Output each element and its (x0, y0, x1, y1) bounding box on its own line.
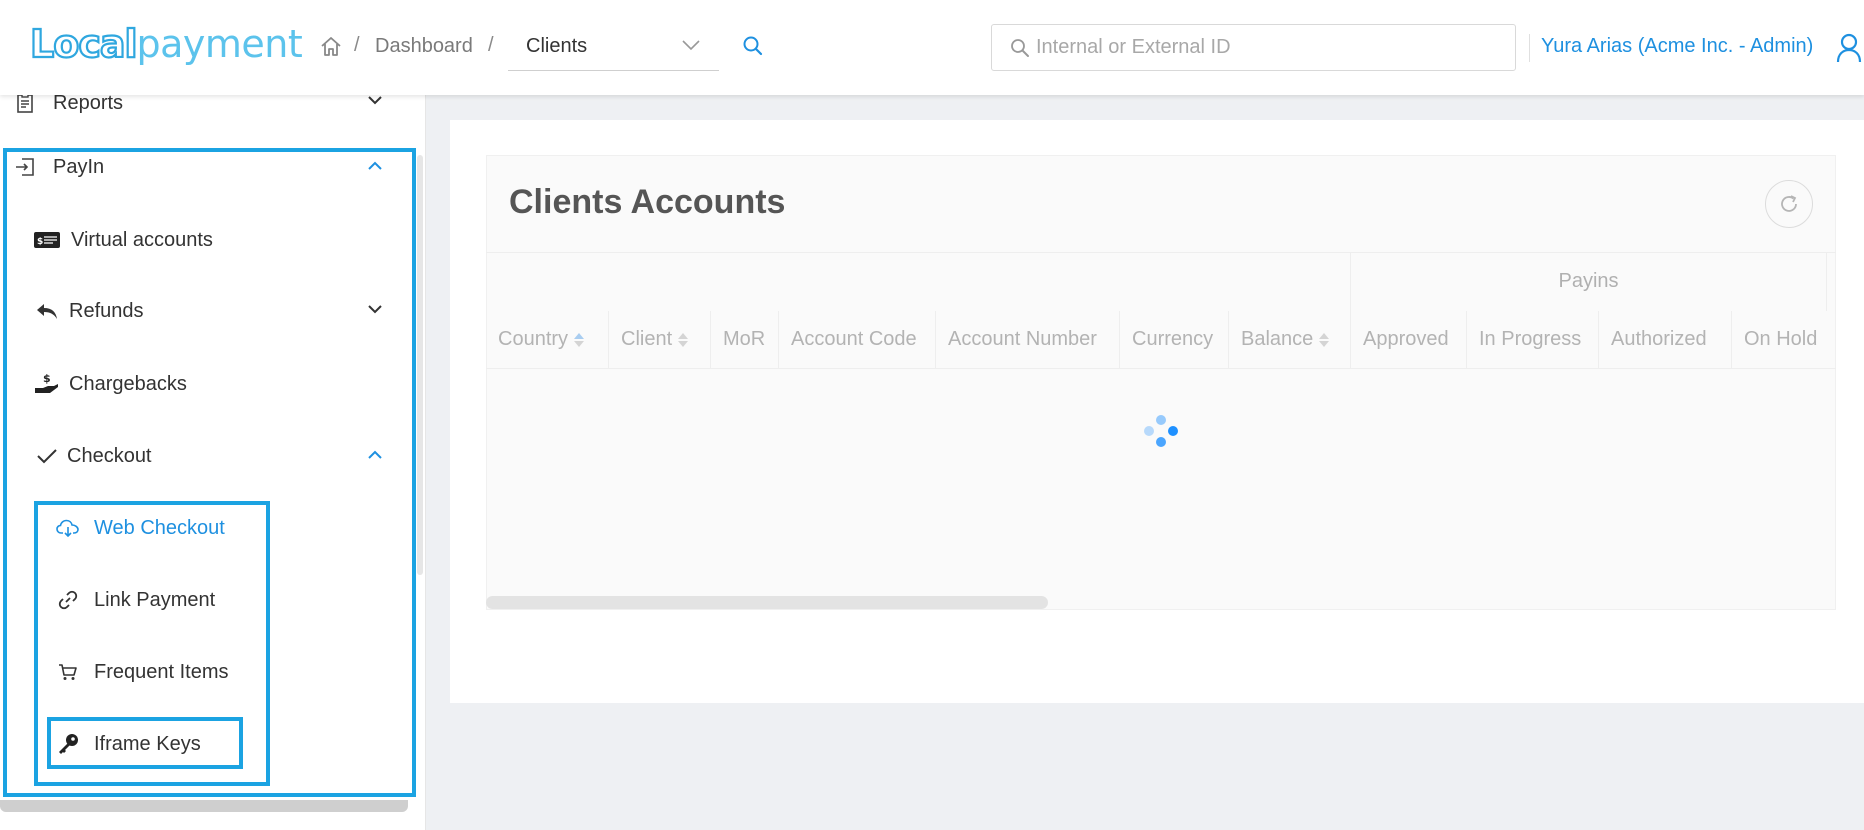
column-header-label: Country (498, 328, 569, 350)
table-horizontal-scrollbar[interactable] (486, 596, 1048, 609)
sidebar-subitem-iframe-keys[interactable]: Iframe Keys (56, 729, 201, 759)
column-header-label: Balance (1241, 328, 1314, 350)
table-divider (1826, 253, 1827, 311)
breadcrumb-separator: / (488, 34, 494, 56)
column-header-mor: MoR (710, 311, 778, 368)
column-header-label: In Progress (1479, 328, 1582, 350)
user-icon[interactable] (1836, 32, 1862, 64)
sidebar-item-label: Frequent Items (94, 660, 229, 683)
column-header-label: Client (621, 328, 673, 350)
chevron-down-icon[interactable] (367, 95, 383, 105)
sidebar-item-label: PayIn (53, 155, 105, 178)
chevron-up-icon[interactable] (367, 450, 383, 460)
sidebar-item-label: Link Payment (94, 588, 216, 611)
id-search-field[interactable] (991, 24, 1516, 71)
column-header-client[interactable]: Client (608, 311, 710, 368)
sidebar-item-label: Virtual accounts (71, 228, 213, 251)
column-header-country[interactable]: Country (486, 311, 608, 368)
localpayment-logo[interactable]: Local payment (29, 21, 303, 67)
home-icon[interactable] (320, 36, 342, 57)
sidebar-item-virtual-accounts[interactable]: $ Virtual accounts (33, 225, 213, 255)
user-account-name[interactable]: Yura Arias (Acme Inc. - Admin) (1541, 35, 1813, 58)
reports-icon (11, 92, 39, 114)
chevron-down-icon[interactable] (367, 304, 383, 314)
sort-icon[interactable] (574, 332, 585, 347)
sidebar-item-payin[interactable]: PayIn (11, 152, 104, 182)
column-header-label: Authorized (1611, 328, 1707, 350)
cart-icon (56, 663, 80, 681)
table-divider (486, 368, 1836, 369)
loading-spinner (1142, 413, 1182, 453)
logo-text-local: Local (29, 21, 139, 67)
column-header-authorized: Authorized (1598, 311, 1731, 368)
sidebar-item-label: Refunds (69, 299, 144, 322)
chevron-up-icon[interactable] (367, 161, 383, 171)
column-header-label: Account Code (791, 328, 917, 350)
sidebar-horizontal-scrollbar[interactable] (0, 800, 408, 812)
column-header-label: Account Number (948, 328, 1097, 350)
sidebar-item-chargebacks[interactable]: $ Chargebacks (33, 369, 187, 399)
table-divider (486, 252, 1836, 253)
cloud-download-icon (56, 519, 80, 537)
link-icon (56, 590, 80, 610)
column-header-label: Currency (1132, 328, 1214, 350)
sidebar-item-label: Checkout (67, 444, 152, 467)
refresh-icon (1778, 193, 1800, 215)
logo-text-payment: payment (136, 22, 303, 66)
search-icon (1010, 38, 1030, 58)
sidebar-item-refunds[interactable]: Refunds (33, 296, 144, 326)
sidebar-item-checkout[interactable]: Checkout (33, 441, 152, 471)
payin-icon (11, 157, 39, 177)
refresh-button[interactable] (1765, 180, 1813, 228)
chargebacks-icon: $ (33, 372, 61, 396)
column-header-currency: Currency (1119, 311, 1228, 368)
chevron-down-icon (681, 39, 701, 51)
column-header-account-number: Account Number (935, 311, 1119, 368)
clients-accounts-table (486, 155, 1836, 610)
sidebar-item-label: Chargebacks (69, 372, 187, 395)
top-bar: Localpayment / Dashboard / Clients Yura … (0, 0, 1864, 95)
sort-icon[interactable] (1319, 332, 1330, 347)
sidebar-subitem-web-checkout[interactable]: Web Checkout (56, 513, 225, 543)
column-header-balance[interactable]: Balance (1228, 311, 1350, 368)
page-title: Clients Accounts (509, 183, 786, 221)
key-icon (56, 733, 80, 755)
refunds-icon (33, 301, 61, 321)
sidebar-item-label: Iframe Keys (94, 732, 201, 755)
sort-icon[interactable] (678, 332, 689, 347)
column-header-approved: Approved (1350, 311, 1466, 368)
column-header-label: MoR (723, 328, 766, 350)
sidebar-item-label: Web Checkout (94, 516, 225, 539)
header-divider (1529, 34, 1530, 62)
virtual-accounts-icon: $ (33, 231, 61, 249)
breadcrumb-dashboard-link[interactable]: Dashboard (375, 35, 473, 58)
column-header-account-code: Account Code (778, 311, 935, 368)
search-icon[interactable] (742, 35, 764, 57)
sidebar-scrollbar[interactable] (417, 155, 423, 575)
sidebar-subitem-link-payment[interactable]: Link Payment (56, 585, 215, 615)
sidebar-subitem-frequent-items[interactable]: Frequent Items (56, 657, 229, 687)
column-header-on-hold: On Hold (1731, 311, 1826, 368)
svg-text:$: $ (43, 372, 51, 385)
id-search-input[interactable] (1036, 33, 1496, 62)
column-header-label: Approved (1363, 328, 1449, 350)
client-section-select-value: Clients (526, 35, 588, 57)
svg-text:$: $ (37, 237, 43, 247)
column-header-in-progress: In Progress (1466, 311, 1598, 368)
column-header-label: On Hold (1744, 328, 1818, 350)
checkmark-icon (33, 447, 61, 465)
client-section-select[interactable]: Clients (508, 28, 719, 71)
column-group-payins: Payins (1558, 270, 1619, 292)
breadcrumb-separator: / (354, 34, 360, 56)
sidebar: Reports PayIn $ Virtual accounts Refunds… (0, 92, 426, 830)
